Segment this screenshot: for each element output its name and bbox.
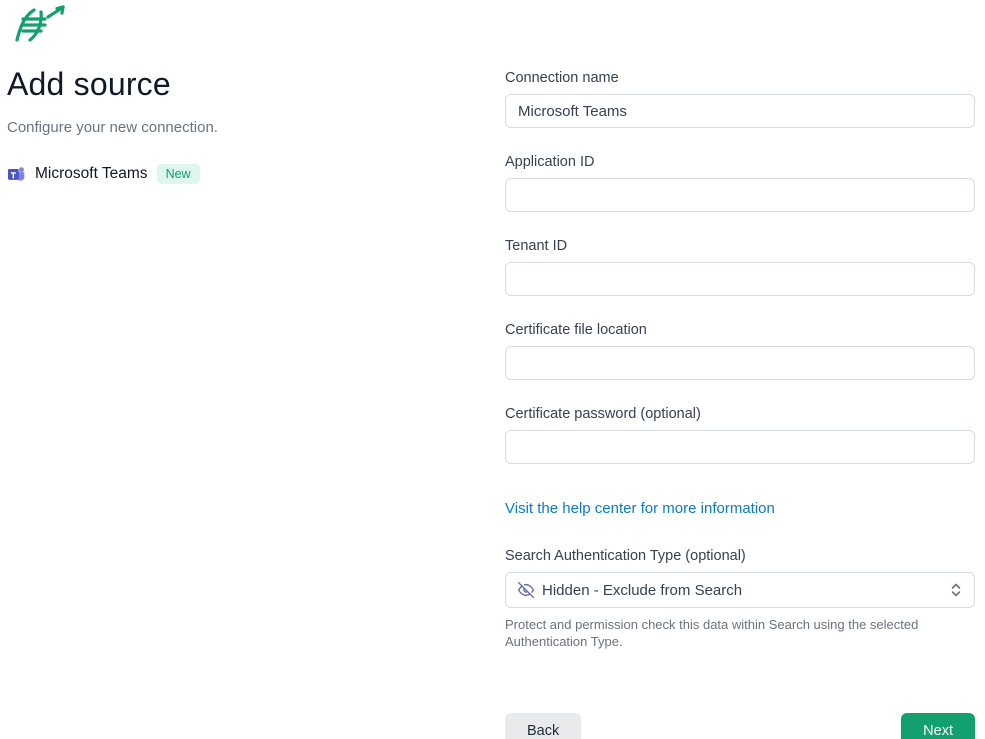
next-button[interactable]: Next [901, 713, 975, 739]
application-id-input[interactable] [505, 178, 975, 212]
app-logo [8, 4, 68, 46]
field-group-auth-type: Search Authentication Type (optional) Hi… [505, 548, 975, 651]
auth-type-selected-value: Hidden - Exclude from Search [542, 582, 742, 599]
application-id-label: Application ID [505, 154, 975, 170]
certificate-file-label: Certificate file location [505, 322, 975, 338]
connection-name-label: Connection name [505, 70, 975, 86]
tenant-id-input[interactable] [505, 262, 975, 296]
back-button[interactable]: Back [505, 713, 581, 739]
source-name: Microsoft Teams [35, 165, 148, 183]
page-title: Add source [7, 66, 437, 103]
new-badge: New [157, 164, 200, 184]
selected-source-row: Microsoft Teams New [7, 164, 437, 184]
field-group-tenant-id: Tenant ID [505, 238, 975, 296]
connection-name-input[interactable] [505, 94, 975, 128]
tenant-id-label: Tenant ID [505, 238, 975, 254]
left-panel: Add source Configure your new connection… [7, 66, 437, 184]
eye-off-icon [518, 582, 534, 598]
help-center-link[interactable]: Visit the help center for more informati… [505, 500, 775, 517]
connection-form: Connection name Application ID Tenant ID… [505, 70, 975, 739]
page-subtitle: Configure your new connection. [7, 119, 437, 136]
field-group-certificate-file: Certificate file location [505, 322, 975, 380]
add-source-page: Add source Configure your new connection… [0, 0, 985, 739]
field-group-certificate-password: Certificate password (optional) [505, 406, 975, 464]
auth-type-label: Search Authentication Type (optional) [505, 548, 975, 564]
field-group-application-id: Application ID [505, 154, 975, 212]
form-actions: Back Next [505, 713, 975, 739]
microsoft-teams-icon [7, 165, 26, 184]
field-group-connection-name: Connection name [505, 70, 975, 128]
auth-type-select[interactable]: Hidden - Exclude from Search [505, 572, 975, 608]
certificate-password-input[interactable] [505, 430, 975, 464]
chevron-up-down-icon [950, 582, 962, 598]
certificate-password-label: Certificate password (optional) [505, 406, 975, 422]
auth-type-help-text: Protect and permission check this data w… [505, 617, 975, 651]
certificate-file-input[interactable] [505, 346, 975, 380]
